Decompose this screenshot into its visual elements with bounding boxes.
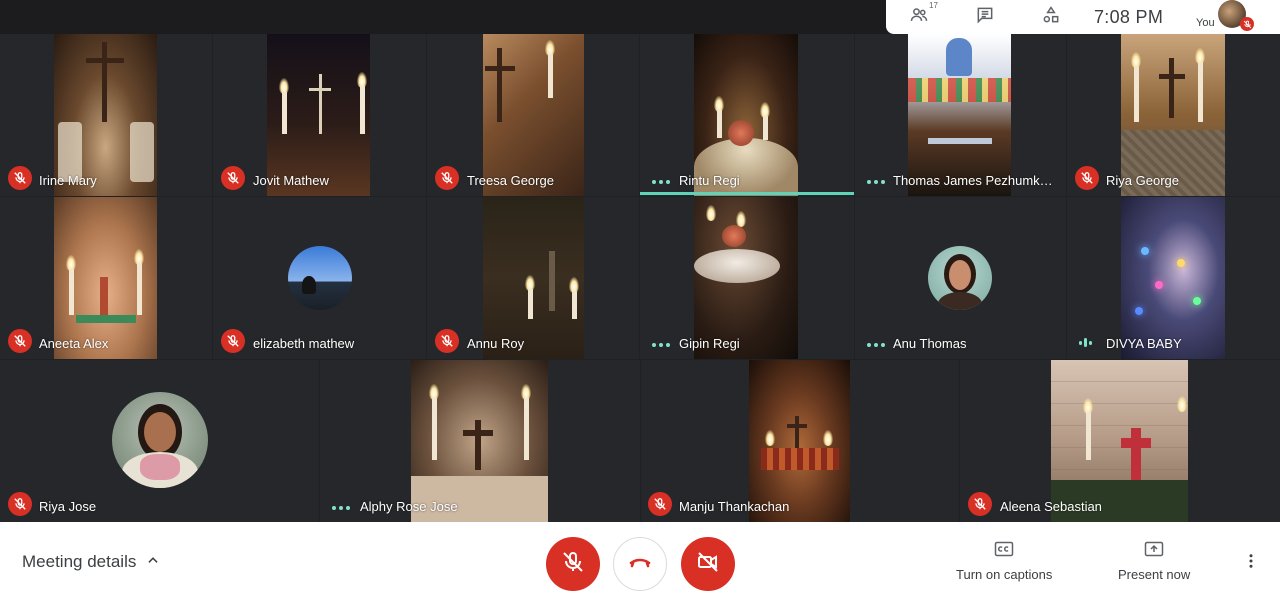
people-button[interactable]: 17 — [886, 0, 952, 34]
participant-tile[interactable]: Rintu Regi — [640, 34, 854, 196]
activities-icon — [1041, 5, 1061, 30]
video-feed — [54, 34, 157, 196]
participant-tile[interactable]: DIVYA BABY — [1067, 197, 1280, 359]
participant-tile[interactable]: Annu Roy — [427, 197, 639, 359]
bottom-bar: Meeting details Turn on captions Present… — [0, 522, 1280, 604]
people-icon — [909, 5, 929, 30]
mic-off-icon — [435, 329, 459, 353]
chevron-up-icon — [146, 552, 160, 572]
avatar — [112, 392, 208, 488]
participant-name: Riya George — [1106, 173, 1179, 188]
participant-tile[interactable]: Jovit Mathew — [213, 34, 426, 196]
present-now-button[interactable]: Present now — [1118, 540, 1190, 582]
participant-name: Gipin Regi — [679, 336, 740, 351]
participant-tile[interactable]: Anu Thomas — [855, 197, 1066, 359]
present-label: Present now — [1118, 567, 1191, 582]
video-feed — [1051, 360, 1188, 522]
participants-count: 17 — [929, 1, 938, 10]
mic-toggle-button[interactable] — [546, 537, 600, 591]
video-feed — [483, 197, 584, 359]
video-feed — [54, 197, 157, 359]
video-feed — [694, 197, 798, 359]
participant-tile[interactable]: Treesa George — [427, 34, 639, 196]
participant-name: Jovit Mathew — [253, 173, 329, 188]
participant-name: DIVYA BABY — [1106, 336, 1182, 351]
chat-icon — [975, 5, 995, 30]
participant-tile[interactable]: Irine Mary — [0, 34, 212, 196]
closed-captions-icon — [994, 540, 1014, 561]
participant-name: Alphy Rose Jose — [360, 499, 458, 514]
mic-off-icon — [648, 492, 672, 516]
audio-level-icon — [1079, 338, 1092, 347]
activities-button[interactable] — [1018, 0, 1084, 34]
participant-name: Irine Mary — [39, 173, 97, 188]
more-vert-icon — [1242, 552, 1260, 575]
video-feed — [483, 34, 584, 196]
participant-name: Aleena Sebastian — [1000, 499, 1102, 514]
participant-name: Thomas James Pezhumka... — [893, 173, 1057, 188]
speaking-indicator — [652, 180, 670, 184]
mic-off-icon — [561, 550, 585, 579]
mic-off-icon — [8, 166, 32, 190]
clock: 7:08 PM — [1094, 6, 1164, 27]
participant-tile[interactable]: Alphy Rose Jose — [320, 360, 640, 522]
video-feed — [411, 360, 548, 522]
participant-tile[interactable]: Aneeta Alex — [0, 197, 212, 359]
video-feed — [694, 34, 798, 196]
captions-button[interactable]: Turn on captions — [956, 540, 1052, 582]
video-feed — [908, 34, 1011, 196]
video-feed — [1121, 34, 1225, 196]
participant-tile[interactable]: Riya Jose — [0, 360, 319, 522]
participant-tile[interactable]: Gipin Regi — [640, 197, 854, 359]
participant-name: Aneeta Alex — [39, 336, 109, 351]
hang-up-icon — [628, 550, 652, 579]
more-options-button[interactable] — [1240, 552, 1262, 574]
speaking-indicator — [867, 343, 885, 347]
mic-off-icon — [8, 492, 32, 516]
participant-tile[interactable]: Aleena Sebastian — [960, 360, 1280, 522]
self-view[interactable]: You — [1190, 0, 1260, 34]
captions-label: Turn on captions — [956, 567, 1053, 582]
mic-off-icon — [221, 329, 245, 353]
participant-name: Annu Roy — [467, 336, 525, 351]
mic-off-icon — [221, 166, 245, 190]
avatar — [288, 246, 352, 310]
meet-window: 17 7:08 PM You Irine Mary Jovit Mathew T… — [0, 0, 1280, 604]
chat-button[interactable] — [952, 0, 1018, 34]
mic-off-icon — [8, 329, 32, 353]
participant-name: elizabeth mathew — [253, 336, 355, 351]
participant-name: Treesa George — [467, 173, 554, 188]
video-feed — [749, 360, 850, 522]
participant-tile[interactable]: Manju Thankachan — [641, 360, 959, 522]
participant-tile[interactable]: elizabeth mathew — [213, 197, 426, 359]
participant-tile[interactable]: Riya George — [1067, 34, 1280, 196]
meeting-details-button[interactable]: Meeting details — [22, 552, 160, 572]
speaking-indicator — [652, 343, 670, 347]
mic-off-icon — [1075, 166, 1099, 190]
speaking-indicator — [332, 506, 350, 510]
present-screen-icon — [1144, 540, 1164, 561]
video-off-icon — [696, 550, 720, 579]
avatar — [928, 246, 992, 310]
mic-off-icon — [435, 166, 459, 190]
camera-toggle-button[interactable] — [681, 537, 735, 591]
mic-off-icon — [1240, 17, 1254, 31]
meeting-details-label: Meeting details — [22, 552, 137, 571]
participant-name: Rintu Regi — [679, 173, 740, 188]
speaking-indicator — [867, 180, 885, 184]
you-label: You — [1196, 17, 1215, 29]
leave-call-button[interactable] — [613, 537, 667, 591]
active-speaker-bar — [640, 192, 854, 195]
video-feed — [1121, 197, 1225, 359]
participant-name: Riya Jose — [39, 499, 97, 514]
participant-tile[interactable]: Thomas James Pezhumka... — [855, 34, 1066, 196]
participant-name: Manju Thankachan — [679, 499, 790, 514]
mic-off-icon — [968, 492, 992, 516]
video-feed — [267, 34, 370, 196]
top-right-panel: 17 7:08 PM You — [886, 0, 1280, 34]
participant-name: Anu Thomas — [893, 336, 967, 351]
